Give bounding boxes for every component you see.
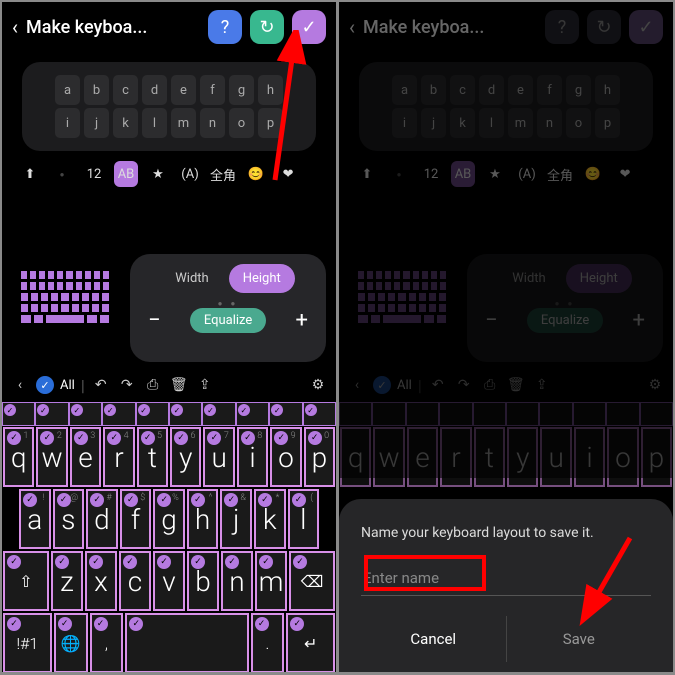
key-comma[interactable]: ✓,: [90, 613, 124, 672]
back-icon[interactable]: ‹: [10, 377, 30, 393]
tab-star[interactable]: ★: [146, 161, 170, 187]
cancel-button[interactable]: Cancel: [361, 616, 507, 662]
redo-icon[interactable]: ↷: [117, 377, 137, 393]
key-i[interactable]: ✓8i: [237, 427, 268, 487]
numkey[interactable]: ✓: [2, 402, 35, 426]
key-period[interactable]: ✓.: [251, 613, 285, 672]
paste-icon[interactable]: ⎙: [143, 377, 163, 393]
key-d[interactable]: ✓#d: [86, 489, 118, 549]
key-globe[interactable]: ✓🌐: [54, 613, 88, 672]
share-icon[interactable]: ⇪: [195, 377, 215, 393]
keyboard-editor: ‹ ✓ All | ↶ ↷ ⎙ 🗑 ⇪ ⚙ ✓✓✓✓✓✓✓✓✓✓ ✓1q ✓2w…: [2, 368, 336, 672]
help-button[interactable]: ?: [208, 10, 242, 44]
plus-button[interactable]: +: [296, 308, 308, 333]
numkey[interactable]: ✓: [136, 402, 169, 426]
key-p[interactable]: ✓0p: [304, 427, 335, 487]
back-icon[interactable]: ‹: [12, 15, 18, 39]
tab-12[interactable]: 12: [82, 161, 106, 187]
minus-button[interactable]: −: [148, 308, 161, 333]
key-g[interactable]: ✓%g: [153, 489, 185, 549]
page-dots: ● ●: [140, 299, 316, 308]
adjust-panel: Width Height ● ● − Equalize +: [130, 254, 326, 362]
key-z[interactable]: ✓z: [51, 551, 83, 611]
key[interactable]: a: [55, 75, 80, 105]
key-enter[interactable]: ✓↵: [286, 613, 335, 672]
key-o[interactable]: ✓9o: [270, 427, 301, 487]
undo-icon[interactable]: ↶: [91, 377, 111, 393]
key-j[interactable]: ✓&j: [220, 489, 252, 549]
key-f[interactable]: ✓$f: [120, 489, 152, 549]
num-row: ✓✓✓✓✓✓✓✓✓✓: [2, 402, 336, 426]
arrow-to-save: [575, 528, 645, 628]
key-a[interactable]: ✓!a: [19, 489, 51, 549]
key-v[interactable]: ✓v: [153, 551, 185, 611]
key-k[interactable]: ✓*k: [254, 489, 286, 549]
select-all-label[interactable]: All: [60, 378, 75, 393]
key-n[interactable]: ✓n: [221, 551, 253, 611]
tab-ab[interactable]: AB: [114, 161, 138, 187]
numkey[interactable]: ✓: [69, 402, 102, 426]
key[interactable]: n: [200, 108, 225, 138]
key-x[interactable]: ✓x: [85, 551, 117, 611]
key-backspace[interactable]: ✓⌫: [289, 551, 335, 611]
key-m[interactable]: ✓m: [255, 551, 287, 611]
trash-icon[interactable]: 🗑: [169, 377, 189, 393]
arrow-to-confirm: [245, 30, 315, 190]
keyboard-toolbar: ‹ ✓ All | ↶ ↷ ⎙ 🗑 ⇪ ⚙: [2, 368, 336, 402]
key-b[interactable]: ✓b: [187, 551, 219, 611]
key-t[interactable]: ✓5t: [137, 427, 168, 487]
key-l[interactable]: ✓(l: [288, 489, 320, 549]
key[interactable]: k: [113, 108, 138, 138]
layout-thumbnail[interactable]: [20, 270, 110, 340]
key[interactable]: j: [84, 108, 109, 138]
key-r[interactable]: ✓4r: [103, 427, 134, 487]
key-symbols[interactable]: ✓!#1: [3, 613, 52, 672]
select-all-check[interactable]: ✓: [36, 376, 54, 394]
key[interactable]: b: [84, 75, 109, 105]
numkey[interactable]: ✓: [269, 402, 302, 426]
key[interactable]: f: [200, 75, 225, 105]
height-tab[interactable]: Height: [229, 264, 295, 293]
key[interactable]: c: [113, 75, 138, 105]
key[interactable]: l: [142, 108, 167, 138]
tab-paren[interactable]: (A): [178, 161, 202, 187]
key-shift[interactable]: ✓⇧: [3, 551, 49, 611]
key-h[interactable]: ✓^h: [187, 489, 219, 549]
page-title: Make keyboa...: [26, 17, 200, 38]
key-q[interactable]: ✓1q: [3, 427, 34, 487]
numkey[interactable]: ✓: [169, 402, 202, 426]
modal-overlay[interactable]: [339, 2, 673, 478]
key-s[interactable]: ✓@s: [53, 489, 85, 549]
key-y[interactable]: ✓6y: [170, 427, 201, 487]
width-tab[interactable]: Width: [161, 264, 222, 293]
tab-layout[interactable]: ⬆: [18, 161, 42, 187]
key-w[interactable]: ✓2w: [36, 427, 67, 487]
numkey[interactable]: ✓: [236, 402, 269, 426]
key-u[interactable]: ✓7u: [203, 427, 234, 487]
highlight-enter-name: [364, 555, 486, 591]
numkey[interactable]: ✓: [35, 402, 68, 426]
equalize-button[interactable]: Equalize: [190, 308, 266, 333]
divider: |: [81, 376, 85, 395]
key-c[interactable]: ✓c: [119, 551, 151, 611]
tab-fullwidth[interactable]: 全角: [210, 161, 236, 187]
key-e[interactable]: ✓3e: [70, 427, 101, 487]
key[interactable]: d: [142, 75, 167, 105]
settings-icon[interactable]: ⚙: [308, 377, 328, 393]
key[interactable]: m: [171, 108, 196, 138]
dot-icon: ●: [50, 161, 74, 187]
key-space[interactable]: ✓: [125, 613, 248, 672]
numkey[interactable]: ✓: [102, 402, 135, 426]
numkey[interactable]: ✓: [303, 402, 336, 426]
key[interactable]: e: [171, 75, 196, 105]
key[interactable]: i: [55, 108, 80, 138]
numkey[interactable]: ✓: [202, 402, 235, 426]
